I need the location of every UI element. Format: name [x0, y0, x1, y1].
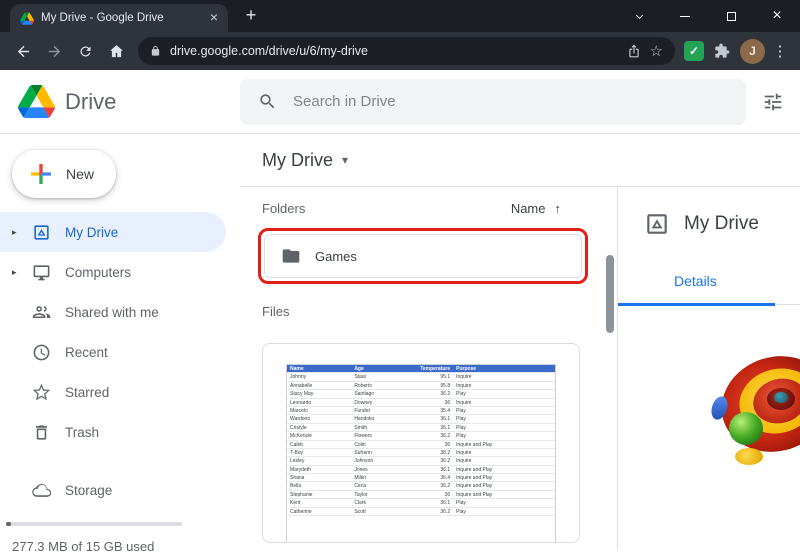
tab-title: My Drive - Google Drive — [41, 12, 199, 24]
folder-item-games[interactable]: Games — [264, 234, 582, 278]
site-lock-icon[interactable] — [150, 45, 161, 57]
forward-icon[interactable] — [41, 38, 67, 64]
sidebar-item-label: Computers — [65, 265, 131, 280]
files-section-label: Files — [262, 304, 289, 319]
sidebar-item-my-drive[interactable]: ▸ My Drive — [0, 212, 226, 252]
drive-logo-area[interactable]: Drive — [0, 85, 240, 118]
recent-clock-icon — [31, 342, 51, 362]
search-bar[interactable] — [240, 79, 746, 125]
file-item-spreadsheet[interactable]: NameAgeTemperaturePurposeJohnnyStaal95.1… — [262, 343, 580, 543]
drive-header: Drive — [0, 70, 800, 134]
address-bar[interactable]: drive.google.com/drive/u/6/my-drive ☆ — [138, 37, 675, 65]
storage-cloud-icon — [31, 480, 51, 500]
folder-name: Games — [315, 249, 357, 264]
sidebar-item-recent[interactable]: Recent — [0, 332, 226, 372]
browser-tabstrip: My Drive - Google Drive × + × — [0, 0, 800, 32]
storage-progress-fill — [6, 522, 11, 526]
file-list-area: Folders Name ↑ Games Files — [240, 187, 617, 550]
sidebar-item-computers[interactable]: ▸ Computers — [0, 252, 226, 292]
storage-progress-bar — [6, 522, 182, 526]
shared-people-icon — [31, 302, 51, 322]
sidebar-item-label: Starred — [65, 385, 109, 400]
search-area — [240, 79, 800, 125]
expand-arrow-icon[interactable]: ▸ — [12, 267, 28, 278]
sidebar-item-trash[interactable]: Trash — [0, 412, 226, 452]
my-drive-panel-icon — [644, 211, 670, 237]
extension-check-icon[interactable]: ✓ — [684, 41, 704, 61]
tab-details[interactable]: Details — [674, 273, 717, 289]
starred-icon — [31, 382, 51, 402]
breadcrumb-bar: My Drive ▾ — [240, 134, 800, 187]
sidebar-item-label: Storage — [65, 483, 112, 498]
reload-icon[interactable] — [72, 38, 98, 64]
search-input[interactable] — [291, 92, 728, 111]
drive-sidebar: New ▸ My Drive ▸ Computers — [0, 134, 240, 550]
sidebar-item-storage[interactable]: Storage — [0, 470, 226, 510]
annotation-highlight: Games — [258, 228, 588, 284]
sidebar-item-shared-with-me[interactable]: Shared with me — [0, 292, 226, 332]
sort-label[interactable]: Name — [511, 201, 546, 216]
app-name: Drive — [65, 89, 116, 115]
sidebar-item-label: My Drive — [65, 225, 118, 240]
sidebar-item-label: Recent — [65, 345, 108, 360]
sidebar-item-starred[interactable]: Starred — [0, 372, 226, 412]
sort-ascending-arrow-icon[interactable]: ↑ — [555, 201, 562, 216]
window-menu-chevron-icon[interactable] — [616, 0, 662, 32]
close-window-button[interactable]: × — [754, 0, 800, 32]
active-tab-underline — [618, 303, 775, 306]
url-text[interactable]: drive.google.com/drive/u/6/my-drive — [170, 44, 618, 58]
folder-icon — [281, 246, 301, 266]
new-tab-button[interactable]: + — [240, 5, 262, 26]
search-icon[interactable] — [258, 92, 277, 111]
storage-usage-text: 277.3 MB of 15 GB used — [12, 539, 240, 554]
new-button[interactable]: New — [12, 150, 116, 198]
expand-arrow-icon[interactable]: ▸ — [12, 227, 28, 238]
maximize-button[interactable] — [708, 0, 754, 32]
sidebar-item-label: Shared with me — [65, 305, 159, 320]
browser-toolbar: drive.google.com/drive/u/6/my-drive ☆ ✓ … — [0, 32, 800, 70]
preview-abstract-image — [715, 355, 800, 485]
home-icon[interactable] — [103, 38, 129, 64]
sort-control[interactable]: Name ↑ — [511, 201, 561, 216]
computers-icon — [31, 262, 51, 282]
extensions-puzzle-icon[interactable] — [709, 38, 735, 64]
new-button-label: New — [66, 166, 94, 182]
drive-logo-icon — [18, 85, 55, 118]
browser-menu-kebab-icon[interactable]: ⋮ — [770, 42, 790, 60]
drive-favicon-icon — [20, 12, 34, 25]
share-icon[interactable] — [627, 44, 641, 58]
chevron-down-icon[interactable]: ▾ — [342, 153, 348, 167]
details-panel: My Drive Details — [617, 187, 800, 550]
details-panel-title: My Drive — [684, 213, 759, 235]
file-thumbnail-table: NameAgeTemperaturePurposeJohnnyStaal95.1… — [286, 364, 556, 542]
new-plus-icon — [26, 159, 56, 189]
back-icon[interactable] — [10, 38, 36, 64]
tab-close-icon[interactable]: × — [206, 10, 222, 26]
sidebar-item-label: Trash — [65, 425, 99, 440]
profile-avatar[interactable]: J — [740, 39, 765, 64]
minimize-button[interactable] — [662, 0, 708, 32]
search-options-tune-icon[interactable] — [762, 91, 784, 113]
window-controls: × — [616, 0, 800, 32]
browser-tab[interactable]: My Drive - Google Drive × — [10, 4, 228, 32]
trash-icon — [31, 422, 51, 442]
vertical-scrollbar[interactable] — [606, 255, 614, 333]
folders-section-label: Folders — [262, 201, 305, 216]
bookmark-star-icon[interactable]: ☆ — [650, 42, 663, 60]
page-title[interactable]: My Drive — [262, 150, 333, 171]
my-drive-icon — [31, 222, 51, 242]
